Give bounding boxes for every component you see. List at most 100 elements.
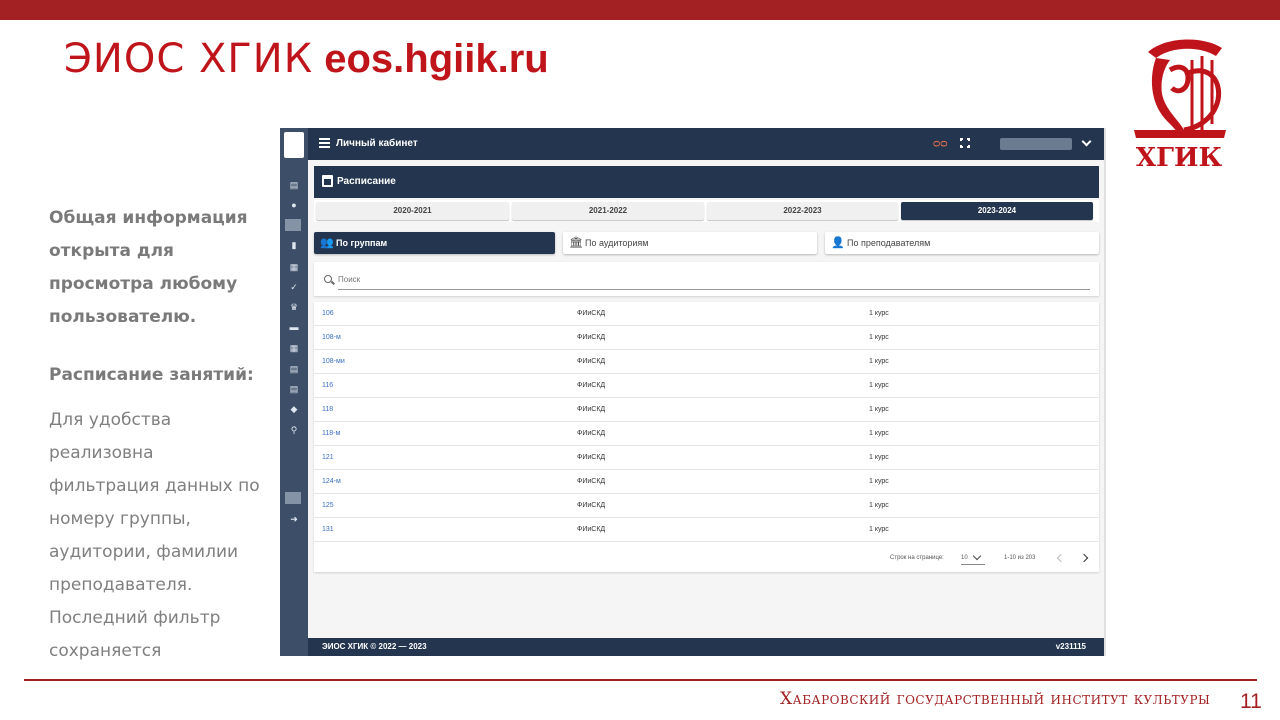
description-text: Общая информация открыта для просмотра л…: [49, 202, 264, 668]
book-icon[interactable]: ▬: [289, 322, 299, 332]
table-row[interactable]: 121 ФИиСКД 1 курс: [314, 446, 1099, 470]
blurred-menu-item[interactable]: [285, 492, 301, 504]
slide-title-url: eos.hgiik.ru: [324, 37, 549, 81]
app-screenshot: ▤ ● ▮ ▦ ✓ ♛ ▬ ▦ ▤ ▤ ◆ ⚲ ➜ Личный кабинет…: [280, 128, 1106, 656]
search-card: [314, 262, 1099, 296]
year-tabs: 2020-2021 2021-2022 2022-2023 2023-2024: [314, 200, 1099, 222]
group-link[interactable]: 121: [322, 446, 334, 470]
search-input[interactable]: [338, 270, 1090, 290]
app-sidebar: ▤ ● ▮ ▦ ✓ ♛ ▬ ▦ ▤ ▤ ◆ ⚲ ➜: [280, 128, 308, 656]
building-icon: 🏛: [569, 237, 583, 249]
group-link[interactable]: 124-м: [322, 470, 341, 494]
course-cell: 1 курс: [869, 502, 889, 509]
tab-year-2022-2023[interactable]: 2022-2023: [707, 202, 898, 220]
prev-page-icon[interactable]: [1056, 553, 1066, 563]
faculty-cell: ФИиСКД: [577, 310, 606, 317]
group-link[interactable]: 118: [322, 398, 333, 422]
accessibility-glasses-icon[interactable]: ᴑᴑ: [933, 137, 948, 150]
filter-by-rooms-button[interactable]: 🏛 По аудиториям: [563, 232, 817, 254]
rows-per-page-select[interactable]: 10: [961, 551, 985, 565]
schedule-title: Расписание: [337, 176, 396, 187]
faculty-cell: ФИиСКД: [577, 526, 606, 533]
calendar-icon[interactable]: ▦: [289, 262, 299, 272]
next-page-icon[interactable]: [1079, 553, 1089, 563]
group-link[interactable]: 106: [322, 302, 334, 326]
app-header: Личный кабинет ᴑᴑ: [308, 128, 1104, 160]
rows-per-page-value: 10: [961, 555, 968, 561]
table-pagination: Строк на странице: 10 1-10 из 203: [314, 546, 1099, 570]
version: v231115: [1055, 642, 1086, 651]
info-paragraph: Общая информация открыта для просмотра л…: [49, 208, 248, 327]
id-card-icon[interactable]: ▤: [289, 364, 299, 374]
profile-icon[interactable]: ●: [289, 200, 299, 210]
table-row[interactable]: 106 ФИиСКД 1 курс: [314, 302, 1099, 326]
group-link[interactable]: 108-м: [322, 326, 341, 350]
copyright: ЭИОС ХГИК © 2022 — 2023: [322, 642, 427, 651]
table-row[interactable]: 125 ФИиСКД 1 курс: [314, 494, 1099, 518]
document-icon[interactable]: ▮: [289, 240, 299, 250]
footer-divider: [24, 679, 1257, 681]
table-row[interactable]: 118 ФИиСКД 1 курс: [314, 398, 1099, 422]
faculty-cell: ФИиСКД: [577, 430, 606, 437]
table-row[interactable]: 116 ФИиСКД 1 курс: [314, 374, 1099, 398]
search-icon[interactable]: ⚲: [289, 425, 299, 435]
chevron-down-icon[interactable]: [1081, 136, 1092, 147]
table-row[interactable]: 124-м ФИиСКД 1 курс: [314, 470, 1099, 494]
course-cell: 1 курс: [869, 334, 889, 341]
institute-name: Хабаровский государственный институт кул…: [780, 689, 1211, 709]
group-link[interactable]: 116: [322, 374, 333, 398]
users-icon: 👥: [320, 237, 334, 249]
table-row[interactable]: 108-м ФИиСКД 1 курс: [314, 326, 1099, 350]
group-link[interactable]: 131: [322, 518, 334, 542]
trophy-icon[interactable]: ♛: [289, 302, 299, 312]
faculty-cell: ФИиСКД: [577, 406, 606, 413]
group-link[interactable]: 108-ми: [322, 350, 345, 374]
logo-lettering: ХГИК: [1136, 143, 1223, 172]
table-row[interactable]: 118-м ФИиСКД 1 курс: [314, 422, 1099, 446]
tab-year-2021-2022[interactable]: 2021-2022: [512, 202, 704, 220]
calendar-icon: [322, 175, 333, 187]
course-cell: 1 курс: [869, 526, 889, 533]
table-row[interactable]: 108-ми ФИиСКД 1 курс: [314, 350, 1099, 374]
chevron-down-icon: [972, 551, 982, 561]
check-icon[interactable]: ✓: [289, 282, 299, 292]
course-cell: 1 курс: [869, 358, 889, 365]
user-name-blurred[interactable]: [1000, 138, 1072, 150]
blurred-menu-item[interactable]: [285, 219, 301, 231]
layers-icon[interactable]: ◆: [289, 404, 299, 414]
faculty-cell: ФИиСКД: [577, 358, 606, 365]
filter-by-teachers-button[interactable]: 👤 По преподавателям: [825, 232, 1099, 254]
page-range: 1-10 из 203: [1004, 555, 1036, 561]
filter-label: По аудиториям: [585, 238, 649, 248]
group-link[interactable]: 125: [322, 494, 334, 518]
faculty-cell: ФИиСКД: [577, 454, 606, 461]
faculty-cell: ФИиСКД: [577, 478, 606, 485]
search-icon: [324, 275, 332, 283]
card-icon[interactable]: ▤: [289, 384, 299, 394]
course-cell: 1 курс: [869, 310, 889, 317]
filter-by-groups-button[interactable]: 👥 По группам: [314, 232, 555, 254]
schedule-heading: Расписание занятий:: [49, 365, 254, 385]
course-cell: 1 курс: [869, 382, 889, 389]
table-row[interactable]: 131 ФИиСКД 1 курс: [314, 518, 1099, 542]
group-link[interactable]: 118-м: [322, 422, 340, 446]
app-footer: ЭИОС ХГИК © 2022 — 2023 v231115: [308, 638, 1104, 656]
schedule-icon[interactable]: ▦: [289, 343, 299, 353]
tab-year-2023-2024[interactable]: 2023-2024: [901, 202, 1093, 220]
course-cell: 1 курс: [869, 454, 889, 461]
teacher-icon: 👤: [831, 237, 845, 249]
groups-table: 106 ФИиСКД 1 курс 108-м ФИиСКД 1 курс 108-ми…: [314, 302, 1099, 572]
filter-description: Для удобства реализовна фильтрация данны…: [49, 410, 260, 661]
filter-label: По группам: [336, 238, 388, 248]
slide-title: ЭИОС ХГИК eos.hgiik.ru: [64, 36, 549, 82]
course-cell: 1 курс: [869, 478, 889, 485]
tab-year-2020-2021[interactable]: 2020-2021: [316, 202, 509, 220]
faculty-cell: ФИиСКД: [577, 382, 606, 389]
institute-logo: ХГИК: [1134, 39, 1226, 172]
menu-icon[interactable]: [319, 138, 330, 148]
logout-icon[interactable]: ➜: [289, 514, 299, 524]
fullscreen-icon[interactable]: [959, 137, 971, 149]
course-cell: 1 курс: [869, 406, 889, 413]
news-icon[interactable]: ▤: [289, 180, 299, 190]
page-number: 11: [1240, 690, 1262, 713]
